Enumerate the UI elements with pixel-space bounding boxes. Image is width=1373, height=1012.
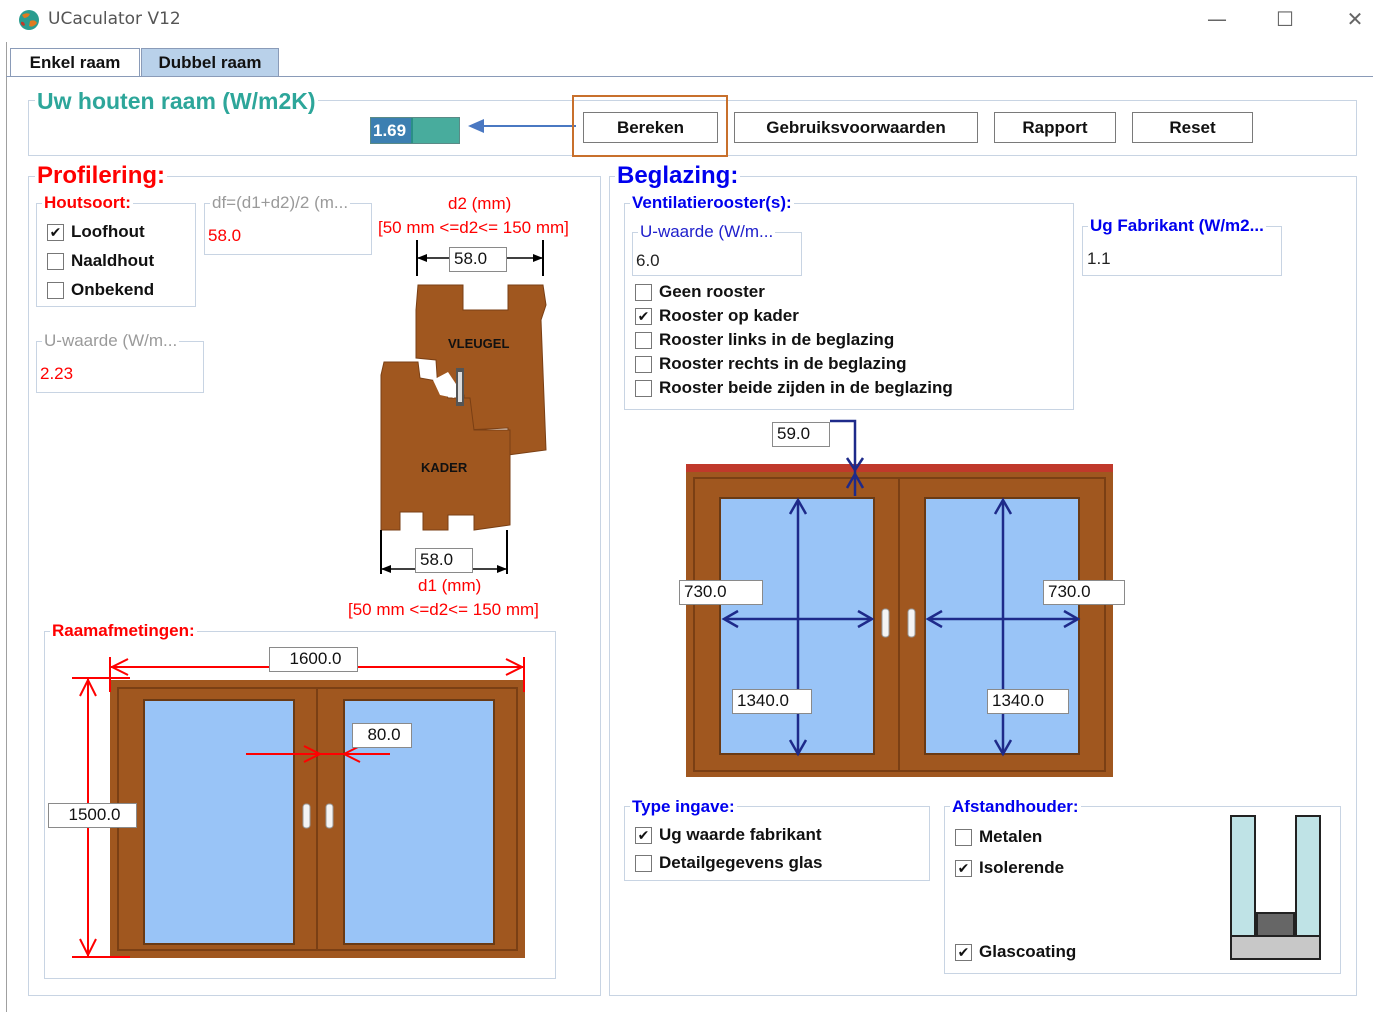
onbekend-checkbox[interactable] bbox=[47, 281, 64, 299]
vent-uwaarde-value: 6.0 bbox=[636, 251, 660, 270]
raam-middle-field[interactable]: 80.0 bbox=[352, 723, 412, 748]
result-field: 1.69 bbox=[370, 117, 460, 144]
ug-waarde-checkbox[interactable]: ✔ bbox=[635, 826, 652, 844]
window-title: UCaculator V12 bbox=[48, 9, 181, 29]
glascoating-option[interactable]: ✔ Glascoating bbox=[955, 940, 1076, 964]
beglazing-left-width-field[interactable]: 730.0 bbox=[679, 580, 763, 605]
tab-divider bbox=[6, 76, 1373, 77]
onbekend-option[interactable]: Onbekend bbox=[47, 278, 154, 302]
isolerende-option[interactable]: ✔ Isolerende bbox=[955, 856, 1064, 880]
profilering-title: Profilering: bbox=[35, 162, 168, 189]
tab-enkel-raam[interactable]: Enkel raam bbox=[10, 48, 140, 77]
uwaarde-label: U-waarde (W/m... bbox=[42, 331, 180, 350]
reset-button[interactable]: Reset bbox=[1132, 112, 1253, 143]
vleugel-label: VLEUGEL bbox=[448, 336, 510, 351]
rapport-button[interactable]: Rapport bbox=[994, 112, 1116, 143]
d1-label: d1 (mm) bbox=[418, 576, 482, 595]
beglazing-title: Beglazing: bbox=[615, 162, 741, 189]
rooster-links-checkbox[interactable] bbox=[635, 331, 652, 349]
houtsoort-label: Houtsoort: bbox=[42, 193, 133, 212]
metalen-checkbox[interactable] bbox=[955, 828, 972, 846]
title-bar bbox=[0, 0, 1373, 40]
glascoating-checkbox[interactable]: ✔ bbox=[955, 943, 972, 961]
profile-cross-section bbox=[380, 284, 547, 531]
isolerende-checkbox[interactable]: ✔ bbox=[955, 859, 972, 877]
naaldhout-option[interactable]: Naaldhout bbox=[47, 249, 154, 273]
geen-rooster-checkbox[interactable] bbox=[635, 283, 652, 301]
d1-range: [50 mm <=d2<= 150 mm] bbox=[348, 600, 539, 619]
minimize-button[interactable]: — bbox=[1194, 4, 1240, 34]
d2-label: d2 (mm) bbox=[448, 194, 512, 213]
geen-rooster-option[interactable]: Geen rooster bbox=[635, 280, 765, 304]
beglazing-left-height-field[interactable]: 1340.0 bbox=[732, 689, 812, 714]
detailgegevens-option[interactable]: Detailgegevens glas bbox=[635, 851, 822, 875]
ug-value: 1.1 bbox=[1087, 249, 1111, 268]
loofhout-option[interactable]: ✔ Loofhout bbox=[47, 220, 145, 244]
rooster-beide-checkbox[interactable] bbox=[635, 379, 652, 397]
raamafmetingen-label: Raamafmetingen: bbox=[50, 621, 197, 640]
arrow-left-icon bbox=[468, 119, 576, 133]
raam-width-field[interactable]: 1600.0 bbox=[269, 647, 358, 672]
vent-uwaarde-label: U-waarde (W/m... bbox=[638, 222, 776, 241]
rooster-kader-option[interactable]: ✔ Rooster op kader bbox=[635, 304, 799, 328]
beglazing-top-field[interactable]: 59.0 bbox=[772, 422, 830, 447]
loofhout-checkbox[interactable]: ✔ bbox=[47, 223, 64, 241]
df-label: df=(d1+d2)/2 (m... bbox=[210, 193, 351, 212]
naaldhout-checkbox[interactable] bbox=[47, 252, 64, 270]
d2-field[interactable]: 58.0 bbox=[449, 247, 507, 272]
uwaarde-value: 2.23 bbox=[40, 364, 74, 383]
detailgegevens-checkbox[interactable] bbox=[635, 854, 652, 872]
gebruiksvoorwaarden-button[interactable]: Gebruiksvoorwaarden bbox=[734, 112, 978, 143]
tab-dubbel-raam[interactable]: Dubbel raam bbox=[141, 48, 279, 77]
d1-field[interactable]: 58.0 bbox=[415, 548, 473, 573]
spacer-diagram bbox=[1230, 815, 1321, 960]
app-globe-icon bbox=[19, 10, 39, 30]
close-button[interactable]: ✕ bbox=[1332, 4, 1373, 34]
rooster-links-option[interactable]: Rooster links in de beglazing bbox=[635, 328, 894, 352]
ventilatie-label: Ventilatierooster(s): bbox=[630, 193, 794, 212]
raam-dimension-lines bbox=[72, 657, 525, 958]
result-field-highlight bbox=[413, 118, 459, 143]
rooster-rechts-option[interactable]: Rooster rechts in de beglazing bbox=[635, 352, 907, 376]
raam-height-field[interactable]: 1500.0 bbox=[48, 803, 137, 828]
type-ingave-label: Type ingave: bbox=[630, 797, 737, 816]
rooster-beide-option[interactable]: Rooster beide zijden in de beglazing bbox=[635, 376, 953, 400]
bereken-button[interactable]: Bereken bbox=[583, 112, 718, 143]
maximize-button[interactable]: ☐ bbox=[1262, 4, 1308, 34]
ug-waarde-option[interactable]: ✔ Ug waarde fabrikant bbox=[635, 823, 822, 847]
kader-label: KADER bbox=[421, 460, 468, 475]
rooster-rechts-checkbox[interactable] bbox=[635, 355, 652, 373]
afstandhouder-label: Afstandhouder: bbox=[950, 797, 1081, 816]
ug-label: Ug Fabrikant (W/m2... bbox=[1088, 216, 1266, 235]
df-value: 58.0 bbox=[208, 226, 242, 245]
rooster-kader-checkbox[interactable]: ✔ bbox=[635, 307, 652, 325]
beglazing-right-height-field[interactable]: 1340.0 bbox=[987, 689, 1069, 714]
beglazing-right-width-field[interactable]: 730.0 bbox=[1043, 580, 1125, 605]
metalen-option[interactable]: Metalen bbox=[955, 825, 1042, 849]
result-value: 1.69 bbox=[371, 118, 411, 143]
result-label: Uw houten raam (W/m2K) bbox=[35, 88, 318, 114]
d2-range: [50 mm <=d2<= 150 mm] bbox=[378, 218, 569, 237]
